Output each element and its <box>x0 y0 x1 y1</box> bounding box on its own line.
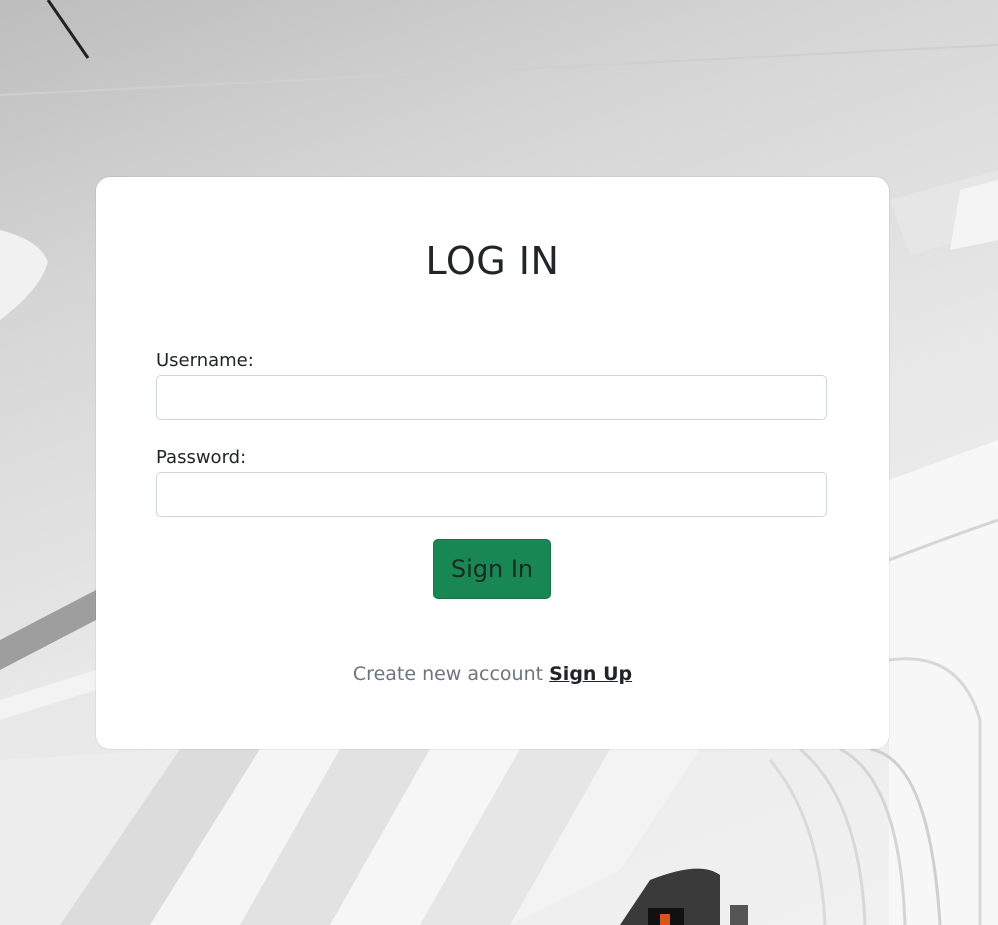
signup-prompt-text: Create new account <box>352 663 550 685</box>
sign-in-button[interactable]: Sign In <box>433 539 551 599</box>
sign-up-link[interactable]: Sign Up <box>549 663 632 685</box>
username-input[interactable] <box>156 375 827 420</box>
password-input[interactable] <box>156 472 827 517</box>
signup-prompt: Create new account Sign Up <box>96 663 889 685</box>
login-card: LOG IN Username: Password: Sign In Creat… <box>96 177 889 749</box>
page-title: LOG IN <box>425 239 560 283</box>
username-label: Username: <box>156 350 254 371</box>
password-label: Password: <box>156 447 247 468</box>
